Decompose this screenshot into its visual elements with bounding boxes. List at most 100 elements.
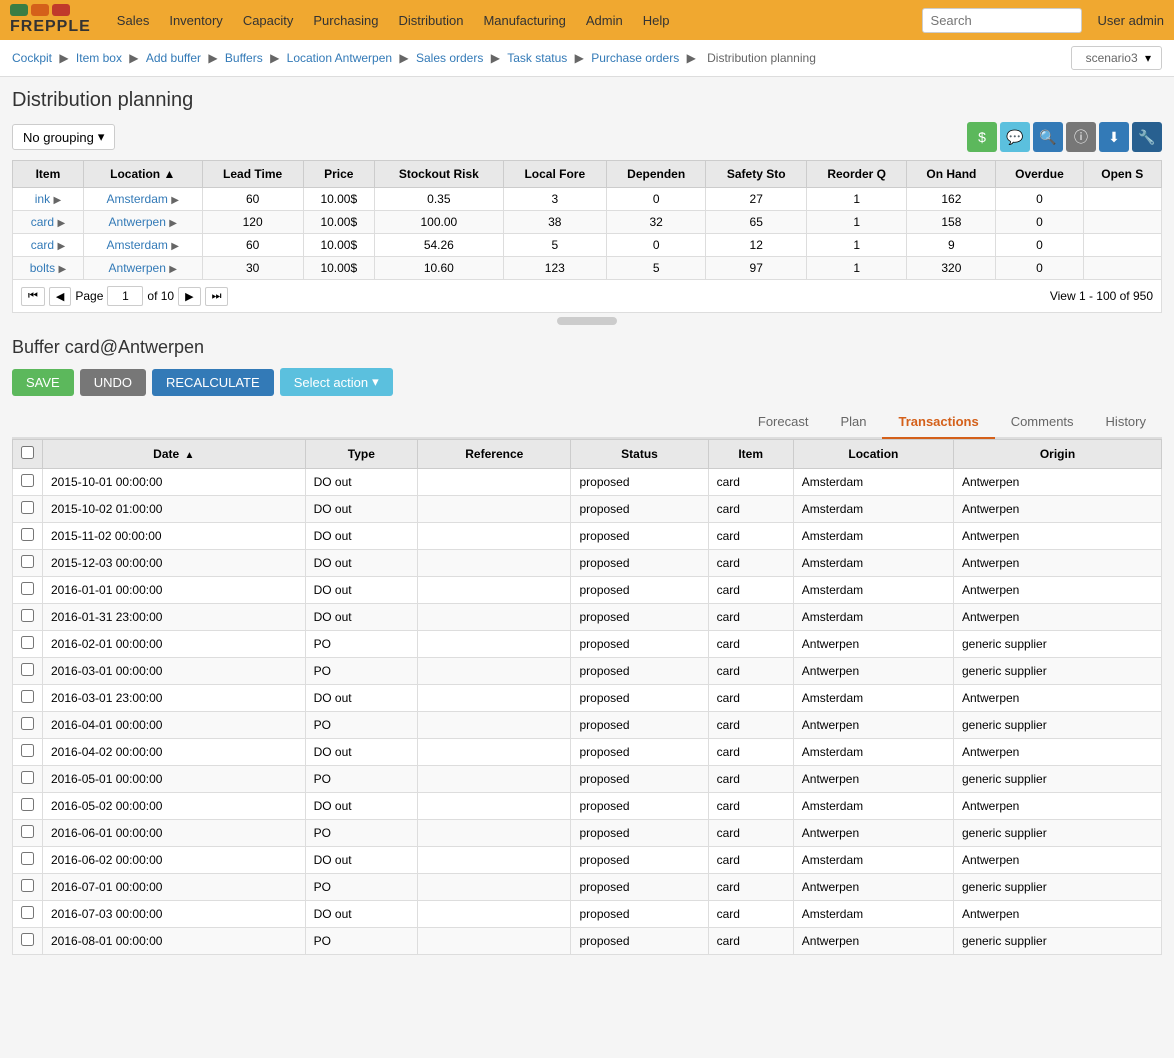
row-checkbox[interactable] xyxy=(21,582,34,595)
cell-location: Amsterdam xyxy=(793,550,953,577)
row-checkbox[interactable] xyxy=(21,879,34,892)
scenario-button[interactable]: scenario3 ▾ xyxy=(1071,46,1162,70)
next-page-btn[interactable]: ▶ xyxy=(178,287,200,306)
cell-item: card xyxy=(708,928,793,955)
select-all-checkbox[interactable] xyxy=(21,446,34,459)
cell-date: 2016-05-02 00:00:00 xyxy=(43,793,306,820)
cell-stockout-risk: 54.26 xyxy=(374,234,503,257)
row-checkbox[interactable] xyxy=(21,690,34,703)
cell-reference xyxy=(418,712,571,739)
breadcrumb-sales-orders[interactable]: Sales orders xyxy=(416,51,483,65)
settings-icon-button[interactable]: 🔧 xyxy=(1132,122,1162,152)
col-local-fore: Local Fore xyxy=(503,161,606,188)
logo[interactable]: FREPPLE xyxy=(10,4,91,36)
nav-help[interactable]: Help xyxy=(633,7,680,34)
col-location: Location ▲ xyxy=(83,161,202,188)
location-link[interactable]: Amsterdam xyxy=(107,238,168,252)
nav-admin[interactable]: Admin xyxy=(576,7,633,34)
last-page-btn[interactable]: ⏭ xyxy=(205,287,229,306)
item-link[interactable]: bolts xyxy=(30,261,55,275)
cell-origin: generic supplier xyxy=(953,766,1161,793)
cell-type: DO out xyxy=(305,496,417,523)
cell-item: card xyxy=(708,604,793,631)
tab-comments[interactable]: Comments xyxy=(995,406,1090,439)
breadcrumb-add-buffer[interactable]: Add buffer xyxy=(146,51,201,65)
breadcrumb-item-box[interactable]: Item box xyxy=(76,51,122,65)
col-location: Location xyxy=(793,440,953,469)
location-link[interactable]: Antwerpen xyxy=(109,215,166,229)
row-checkbox[interactable] xyxy=(21,798,34,811)
row-checkbox[interactable] xyxy=(21,528,34,541)
prev-page-btn[interactable]: ◀ xyxy=(49,287,71,306)
cell-reference xyxy=(418,469,571,496)
location-link[interactable]: Amsterdam xyxy=(107,192,168,206)
cell-date: 2015-12-03 00:00:00 xyxy=(43,550,306,577)
cell-lead-time: 30 xyxy=(202,257,303,280)
row-checkbox-cell xyxy=(13,928,43,955)
tab-plan[interactable]: Plan xyxy=(824,406,882,439)
drag-handle[interactable] xyxy=(557,317,617,325)
info-icon-button[interactable]: ⓘ xyxy=(1066,122,1096,152)
nav-capacity[interactable]: Capacity xyxy=(233,7,304,34)
row-checkbox[interactable] xyxy=(21,663,34,676)
nav-distribution[interactable]: Distribution xyxy=(388,7,473,34)
first-page-btn[interactable]: ⏮ xyxy=(21,287,45,306)
row-checkbox[interactable] xyxy=(21,852,34,865)
item-link[interactable]: card xyxy=(31,215,54,229)
distribution-table-container: Item Location ▲ Lead Time Price Stockout… xyxy=(12,160,1162,280)
breadcrumb-task-status[interactable]: Task status xyxy=(507,51,567,65)
row-checkbox[interactable] xyxy=(21,474,34,487)
location-link[interactable]: Antwerpen xyxy=(109,261,166,275)
nav-sales[interactable]: Sales xyxy=(107,7,160,34)
main-content: Distribution planning No grouping ▾ $ 💬 … xyxy=(0,77,1174,967)
breadcrumb-purchase-orders[interactable]: Purchase orders xyxy=(591,51,679,65)
row-checkbox[interactable] xyxy=(21,609,34,622)
undo-button[interactable]: UNDO xyxy=(80,369,146,396)
row-checkbox[interactable] xyxy=(21,933,34,946)
grouping-button[interactable]: No grouping ▾ xyxy=(12,124,115,150)
cell-status: proposed xyxy=(571,496,708,523)
cell-open-s xyxy=(1083,257,1161,280)
chat-icon-button[interactable]: 💬 xyxy=(1000,122,1030,152)
nav-inventory[interactable]: Inventory xyxy=(159,7,232,34)
nav-purchasing[interactable]: Purchasing xyxy=(303,7,388,34)
row-checkbox[interactable] xyxy=(21,771,34,784)
select-action-button[interactable]: Select action ▾ xyxy=(280,368,393,396)
row-checkbox[interactable] xyxy=(21,501,34,514)
tab-transactions[interactable]: Transactions xyxy=(882,406,994,439)
row-checkbox[interactable] xyxy=(21,636,34,649)
buffer-title: Buffer card@Antwerpen xyxy=(12,337,1162,358)
cell-origin: generic supplier xyxy=(953,928,1161,955)
cell-status: proposed xyxy=(571,874,708,901)
download-icon-button[interactable]: ⬇ xyxy=(1099,122,1129,152)
nav-manufacturing[interactable]: Manufacturing xyxy=(473,7,575,34)
dollar-icon-button[interactable]: $ xyxy=(967,122,997,152)
cell-lead-time: 120 xyxy=(202,211,303,234)
search-icon-button[interactable]: 🔍 xyxy=(1033,122,1063,152)
breadcrumb-buffers[interactable]: Buffers xyxy=(225,51,263,65)
cell-item: card xyxy=(708,469,793,496)
cell-reference xyxy=(418,550,571,577)
breadcrumb-cockpit[interactable]: Cockpit xyxy=(12,51,52,65)
search-input[interactable] xyxy=(922,8,1082,33)
row-checkbox[interactable] xyxy=(21,906,34,919)
grouping-chevron-icon: ▾ xyxy=(98,129,105,145)
row-checkbox[interactable] xyxy=(21,744,34,757)
cell-type: PO xyxy=(305,766,417,793)
breadcrumb-location-antwerpen[interactable]: Location Antwerpen xyxy=(287,51,392,65)
cell-date: 2015-10-02 01:00:00 xyxy=(43,496,306,523)
save-button[interactable]: SAVE xyxy=(12,369,74,396)
row-checkbox[interactable] xyxy=(21,555,34,568)
row-checkbox[interactable] xyxy=(21,717,34,730)
cell-reorder-q: 1 xyxy=(806,188,906,211)
page-input[interactable] xyxy=(107,286,143,306)
recalculate-button[interactable]: RECALCULATE xyxy=(152,369,274,396)
item-link[interactable]: card xyxy=(31,238,54,252)
table-row: 2015-11-02 00:00:00 DO out proposed card… xyxy=(13,523,1162,550)
row-checkbox-cell xyxy=(13,874,43,901)
tab-history[interactable]: History xyxy=(1090,406,1162,439)
item-link[interactable]: ink xyxy=(35,192,50,206)
row-checkbox[interactable] xyxy=(21,825,34,838)
cell-type: PO xyxy=(305,928,417,955)
tab-forecast[interactable]: Forecast xyxy=(742,406,825,439)
